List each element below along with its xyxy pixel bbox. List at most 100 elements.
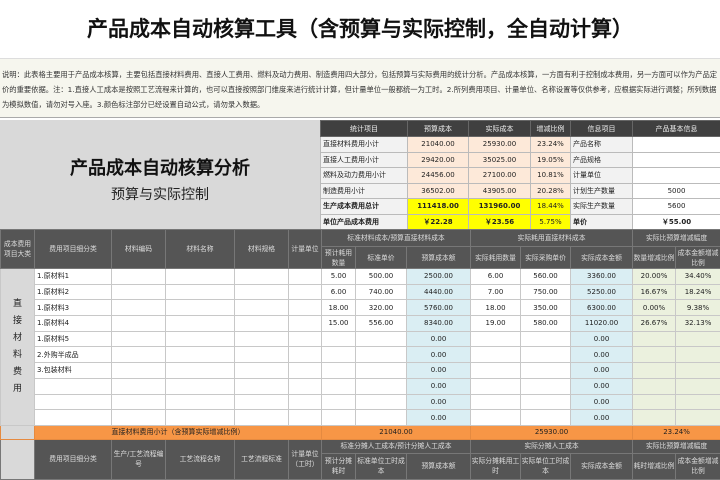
material-spec[interactable] [235, 300, 289, 316]
standard-price[interactable]: 500.00 [356, 269, 407, 285]
actual-price[interactable]: 560.00 [521, 269, 571, 285]
material-spec[interactable] [235, 331, 289, 347]
summary-item: 燃料及动力费用小计 [321, 168, 408, 184]
actual-qty[interactable] [471, 394, 521, 410]
material-spec[interactable] [235, 410, 289, 426]
material-name[interactable] [166, 331, 235, 347]
material-unit[interactable] [289, 394, 322, 410]
material-name[interactable] [166, 284, 235, 300]
standard-price[interactable] [356, 347, 407, 363]
actual-price[interactable] [521, 363, 571, 379]
info-value[interactable] [633, 152, 720, 168]
actual-price[interactable]: 750.00 [521, 284, 571, 300]
info-value[interactable]: 5600 [633, 199, 720, 215]
material-unit[interactable] [289, 316, 322, 332]
actual-price[interactable] [521, 347, 571, 363]
material-code[interactable] [112, 300, 166, 316]
actual-qty[interactable]: 6.00 [471, 269, 521, 285]
material-spec[interactable] [235, 316, 289, 332]
material-name[interactable] [166, 316, 235, 332]
material-spec[interactable] [235, 347, 289, 363]
sub-category[interactable]: 1.原材料4 [35, 316, 112, 332]
planned-qty[interactable] [322, 378, 356, 394]
standard-price[interactable] [356, 331, 407, 347]
material-name[interactable] [166, 378, 235, 394]
actual-price[interactable] [521, 394, 571, 410]
info-value[interactable] [633, 137, 720, 153]
material-spec[interactable] [235, 269, 289, 285]
actual-qty[interactable]: 18.00 [471, 300, 521, 316]
info-value[interactable]: 5000 [633, 183, 720, 199]
material-unit[interactable] [289, 331, 322, 347]
standard-price[interactable]: 740.00 [356, 284, 407, 300]
planned-qty[interactable] [322, 394, 356, 410]
sub-category[interactable]: 2.外购半成品 [35, 347, 112, 363]
actual-qty[interactable] [471, 347, 521, 363]
actual-price[interactable]: 580.00 [521, 316, 571, 332]
info-value[interactable] [633, 168, 720, 184]
info-value[interactable]: ￥55.00 [633, 214, 720, 230]
actual-qty[interactable] [471, 378, 521, 394]
material-spec[interactable] [235, 378, 289, 394]
material-unit[interactable] [289, 410, 322, 426]
sub-category[interactable]: 1.原材料3 [35, 300, 112, 316]
material-name[interactable] [166, 410, 235, 426]
material-code[interactable] [112, 378, 166, 394]
standard-price[interactable] [356, 363, 407, 379]
material-unit[interactable] [289, 363, 322, 379]
material-name[interactable] [166, 363, 235, 379]
actual-qty[interactable] [471, 331, 521, 347]
sub-category[interactable] [35, 394, 112, 410]
sub-category[interactable]: 1.原材料5 [35, 331, 112, 347]
material-spec[interactable] [235, 284, 289, 300]
header-budget: 预算成本额 [407, 247, 471, 269]
planned-qty[interactable]: 6.00 [322, 284, 356, 300]
material-unit[interactable] [289, 347, 322, 363]
planned-qty[interactable]: 18.00 [322, 300, 356, 316]
standard-price[interactable] [356, 394, 407, 410]
material-code[interactable] [112, 410, 166, 426]
material-name[interactable] [166, 269, 235, 285]
actual-qty[interactable] [471, 410, 521, 426]
actual-price[interactable]: 350.00 [521, 300, 571, 316]
material-code[interactable] [112, 316, 166, 332]
material-unit[interactable] [289, 300, 322, 316]
material-unit[interactable] [289, 284, 322, 300]
planned-qty[interactable] [322, 347, 356, 363]
planned-qty[interactable]: 5.00 [322, 269, 356, 285]
material-code[interactable] [112, 331, 166, 347]
planned-qty[interactable]: 15.00 [322, 316, 356, 332]
standard-price[interactable]: 320.00 [356, 300, 407, 316]
material-name[interactable] [166, 347, 235, 363]
standard-price[interactable]: 556.00 [356, 316, 407, 332]
material-code[interactable] [112, 347, 166, 363]
actual-qty[interactable] [471, 363, 521, 379]
labor-header-std-group: 标准分摊人工成本/预计分摊人工成本 [322, 439, 471, 453]
planned-qty[interactable] [322, 331, 356, 347]
material-unit[interactable] [289, 378, 322, 394]
material-spec[interactable] [235, 394, 289, 410]
material-code[interactable] [112, 269, 166, 285]
sub-category[interactable] [35, 378, 112, 394]
actual-qty[interactable]: 7.00 [471, 284, 521, 300]
actual-qty[interactable]: 19.00 [471, 316, 521, 332]
material-unit[interactable] [289, 269, 322, 285]
actual-price[interactable] [521, 378, 571, 394]
material-spec[interactable] [235, 363, 289, 379]
sub-category[interactable] [35, 410, 112, 426]
material-name[interactable] [166, 300, 235, 316]
material-name[interactable] [166, 394, 235, 410]
sub-category[interactable]: 3.包装材料 [35, 363, 112, 379]
sub-category[interactable]: 1.原材料1 [35, 269, 112, 285]
standard-price[interactable] [356, 378, 407, 394]
standard-price[interactable] [356, 410, 407, 426]
actual-price[interactable] [521, 410, 571, 426]
material-code[interactable] [112, 363, 166, 379]
planned-qty[interactable] [322, 363, 356, 379]
material-code[interactable] [112, 284, 166, 300]
actual-price[interactable] [521, 331, 571, 347]
sub-category[interactable]: 1.原材料2 [35, 284, 112, 300]
material-code[interactable] [112, 394, 166, 410]
planned-qty[interactable] [322, 410, 356, 426]
qty-ratio [633, 331, 676, 347]
